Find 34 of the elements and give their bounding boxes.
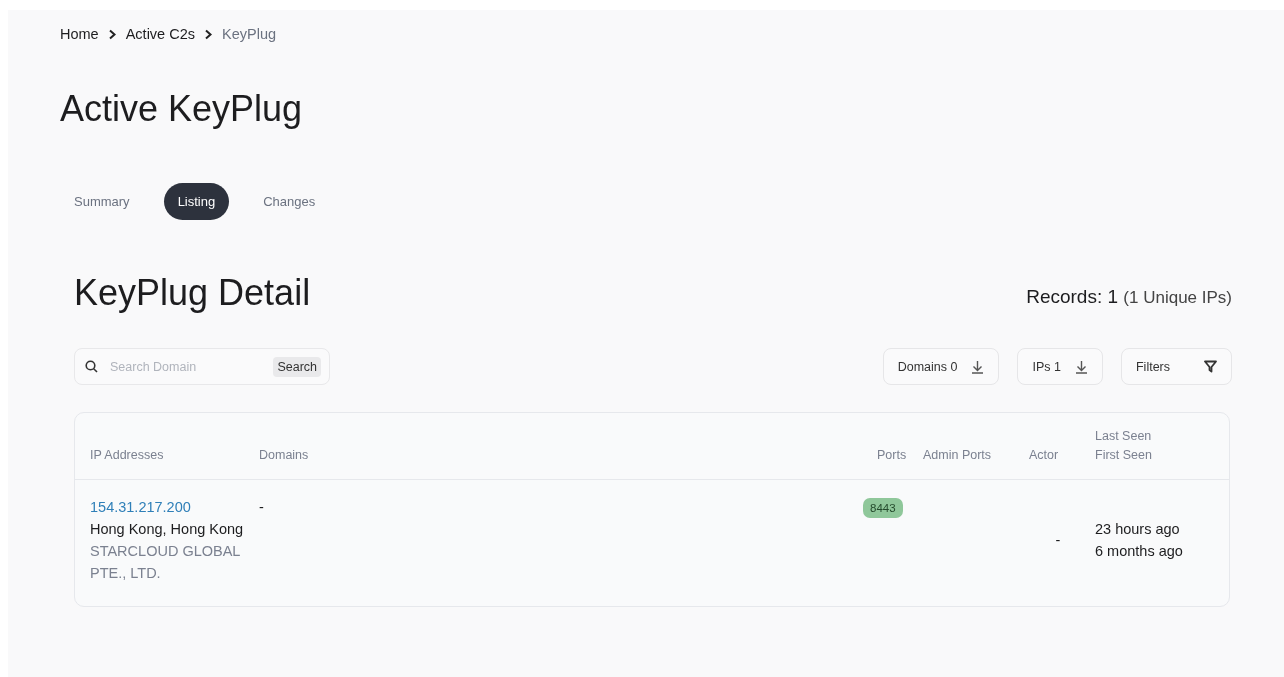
search-icon bbox=[85, 360, 98, 373]
filter-button[interactable]: Filters bbox=[1120, 348, 1232, 385]
tab[interactable]: Summary bbox=[60, 183, 144, 220]
download-button[interactable]: IPs 1 bbox=[1017, 348, 1103, 385]
port-badge: 8443 bbox=[863, 498, 903, 518]
chevron-icon bbox=[107, 28, 117, 40]
column-header: Domains bbox=[259, 447, 310, 464]
column-header: Admin Ports bbox=[923, 447, 993, 464]
first-seen-text: 6 months ago bbox=[1095, 542, 1184, 561]
column-header: Actor bbox=[1029, 447, 1060, 464]
search-field[interactable]: Search Domain Search bbox=[74, 348, 330, 385]
page-title: Active KeyPlug bbox=[60, 89, 304, 129]
download-icon bbox=[1074, 359, 1088, 374]
organization-text: STARCLOUD GLOBAL PTE., LTD. bbox=[90, 542, 241, 583]
tab[interactable]: Changes bbox=[249, 183, 330, 220]
download-button[interactable]: Domains 0 bbox=[882, 348, 1000, 385]
breadcrumb-link[interactable]: Active C2s bbox=[125, 26, 195, 42]
column-header: Last Seen First Seen bbox=[1095, 428, 1153, 464]
table-cell: - bbox=[1055, 532, 1061, 548]
section-title: KeyPlug Detail bbox=[74, 272, 311, 314]
filter-icon bbox=[1204, 360, 1217, 373]
column-header: Ports bbox=[876, 447, 908, 464]
ip-link[interactable]: 154.31.217.200 bbox=[90, 496, 259, 518]
records-count: Records: 1 (1 Unique IPs) bbox=[1026, 286, 1232, 308]
download-icon bbox=[971, 359, 985, 374]
breadcrumb-current: KeyPlug bbox=[222, 26, 276, 42]
column-header: IP Addresses bbox=[90, 447, 165, 464]
chevron-icon bbox=[204, 28, 213, 40]
tab[interactable]: Listing bbox=[163, 183, 230, 220]
last-seen-text: 23 hours ago bbox=[1095, 520, 1181, 539]
table-cell: - bbox=[259, 499, 264, 515]
location-text: Hong Kong, Hong Kong bbox=[90, 520, 245, 539]
breadcrumb-link[interactable]: Home bbox=[60, 26, 99, 42]
search-button[interactable]: Search bbox=[273, 356, 321, 377]
